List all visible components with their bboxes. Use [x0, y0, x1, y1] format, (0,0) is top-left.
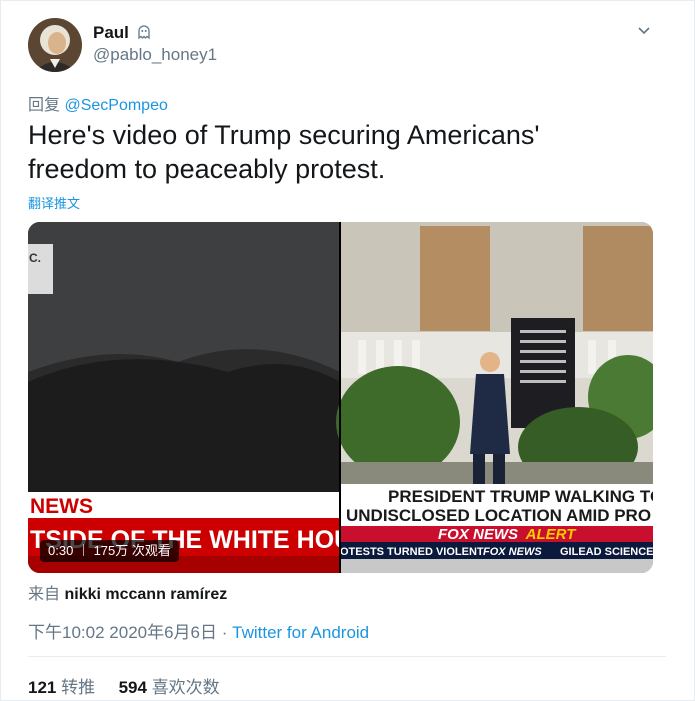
video-player[interactable]: C. NEWS TSIDE OF THE WHITE HOUSE PRESIDE…: [28, 222, 653, 573]
chevron-down-icon[interactable]: [636, 22, 652, 42]
reply-mention-link[interactable]: @SecPompeo: [64, 97, 167, 114]
retweet-count: 121: [28, 678, 57, 697]
video-source: 来自 nikki mccann ramírez: [28, 580, 227, 604]
tweet-date[interactable]: 2020年6月6日: [109, 623, 217, 642]
svg-text:FOX NEWS ALERT: FOX NEWS ALERT: [438, 526, 577, 543]
tweet-meta: 下午10:02 2020年6月6日 · Twitter for Android: [28, 618, 369, 643]
source-name-link[interactable]: nikki mccann ramírez: [64, 586, 227, 603]
left-edge-text: C.: [29, 251, 41, 265]
video-duration: 0:30: [48, 543, 74, 558]
user-handle[interactable]: @pablo_honey1: [93, 45, 217, 65]
like-count: 594: [118, 678, 147, 697]
svg-text:OTESTS TURNED VIOLENT FO: OTESTS TURNED VIOLENT FOX NEWS GILEAD SC…: [340, 546, 653, 558]
like-label: 喜欢次数: [151, 678, 220, 697]
right-chyron-line2: UNDISCLOSED LOCATION AMID PRO: [346, 506, 651, 525]
tweet-time[interactable]: 下午10:02: [28, 623, 105, 642]
tweet-text: Here's video of Trump securing Americans…: [28, 120, 540, 184]
divider: [28, 656, 666, 657]
left-chyron-top: NEWS: [30, 495, 93, 518]
source-prefix: 来自: [28, 586, 61, 603]
ticker-left: OTESTS TURNED VIOLENT: [340, 546, 484, 558]
retweet-label: 转推: [61, 678, 96, 697]
likes-stat[interactable]: 594 喜欢次数: [119, 678, 220, 697]
alert-brand: FOX NEWS: [438, 526, 518, 543]
ticker-right: GILEAD SCIENCES S: [560, 546, 653, 558]
translate-tweet-link[interactable]: 翻译推文: [28, 193, 80, 212]
retweets-stat[interactable]: 121 转推: [28, 678, 95, 697]
video-views: 175万 次观看: [93, 543, 171, 558]
reply-prefix: 回复: [28, 97, 61, 114]
badge-divider: [82, 544, 84, 556]
avatar[interactable]: [28, 18, 82, 72]
client-link[interactable]: Twitter for Android: [232, 623, 369, 642]
ticker-brand: FOX NEWS: [483, 546, 542, 558]
tweet-stats: 121 转推 594 喜欢次数: [28, 673, 220, 698]
display-name[interactable]: Paul: [93, 23, 129, 43]
reply-context: 回复 @SecPompeo: [28, 91, 168, 115]
right-chyron-line1: PRESIDENT TRUMP WALKING TO: [388, 487, 653, 506]
alert-word: ALERT: [525, 526, 578, 543]
video-frame: C. NEWS TSIDE OF THE WHITE HOUSE PRESIDE…: [28, 222, 653, 573]
avatar-portrait: [28, 18, 82, 72]
ghost-icon: [136, 24, 152, 43]
video-time-badge: 0:30 175万 次观看: [40, 540, 179, 562]
meta-separator: ·: [217, 623, 233, 642]
